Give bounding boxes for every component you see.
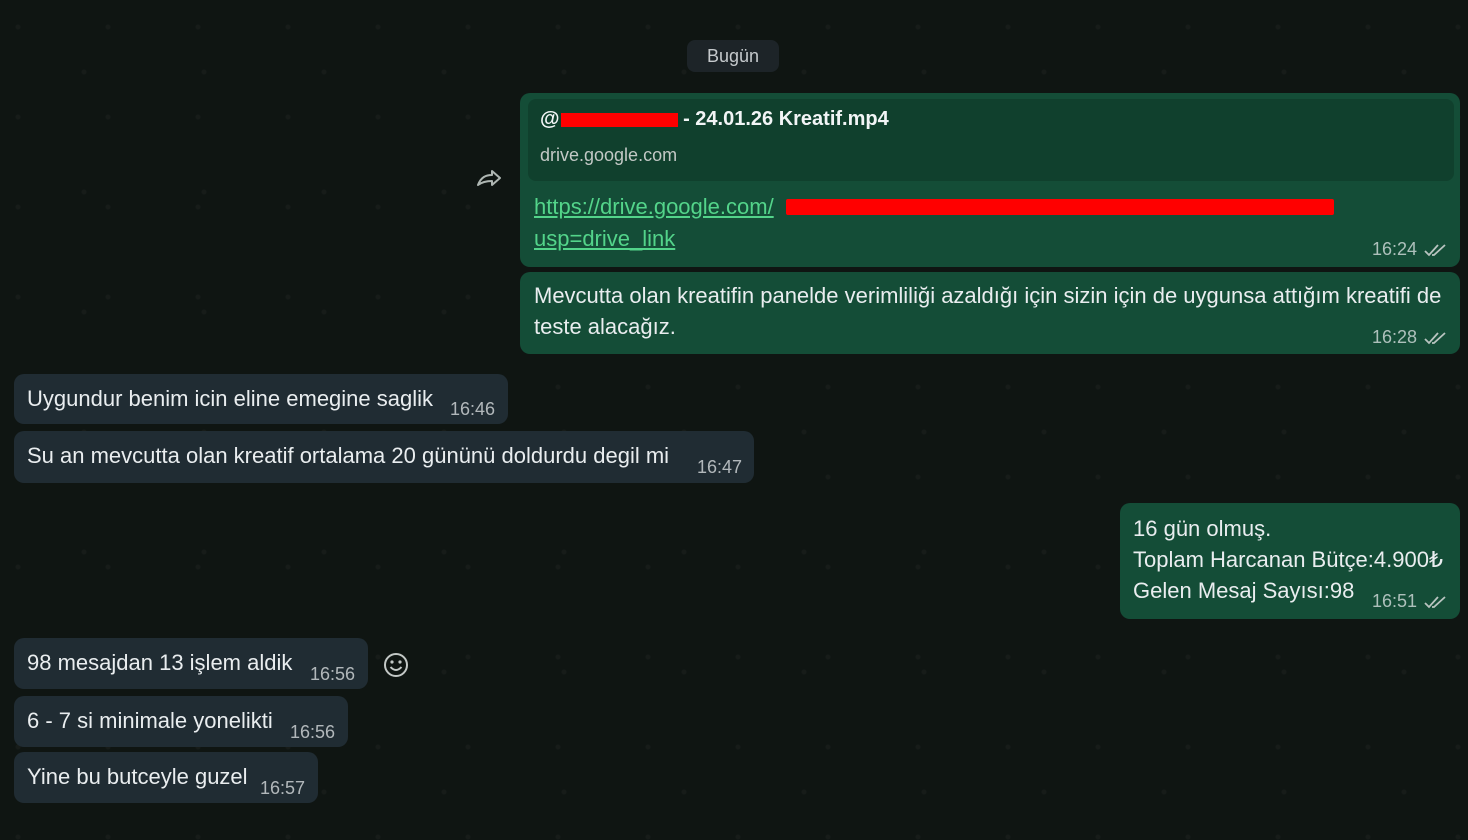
redaction-mark [560, 112, 678, 127]
incoming-message[interactable]: Uygundur benim icin eline emegine saglik… [14, 374, 508, 424]
forward-icon[interactable] [474, 165, 504, 191]
double-check-icon [1424, 596, 1446, 609]
message-time: 16:56 [290, 722, 336, 742]
message-time: 16:57 [260, 778, 306, 798]
chat-panel: Bugün @ - 24.01.26 Kreatif.mp4 drive.goo… [0, 0, 1468, 840]
preview-title-suffix: - 24.01.26 Kreatif.mp4 [677, 108, 889, 130]
message-time: 16:46 [450, 399, 496, 419]
date-label: Bugün [706, 45, 760, 66]
incoming-message[interactable]: Yine bu butceyle guzel 16:57 [14, 752, 318, 803]
message-line: Toplam Harcanan Bütçe:4.900₺ [1133, 547, 1443, 572]
incoming-message[interactable]: Su an mevcutta olan kreatif ortalama 20 … [14, 431, 754, 483]
link-redaction-mark [786, 199, 1334, 215]
message-line: 16 gün olmuş. [1133, 516, 1272, 541]
link-url-line2[interactable]: usp=drive_link [534, 226, 675, 252]
double-check-icon [1424, 244, 1446, 257]
message-text: 98 mesajdan 13 işlem aldik [27, 650, 293, 675]
message-time: 16:28 [1372, 327, 1418, 347]
link-url-line1[interactable]: https://drive.google.com/ [534, 194, 774, 220]
link-preview-title: @ - 24.01.26 Kreatif.mp4 [540, 108, 889, 131]
message-line: Gelen Mesaj Sayısı:98 [1133, 578, 1355, 603]
incoming-message[interactable]: 6 - 7 si minimale yonelikti 16:56 [14, 696, 348, 747]
preview-title-prefix: @ [540, 108, 560, 130]
message-text: Mevcutta olan kreatifin panelde verimlil… [534, 283, 1442, 339]
message-time: 16:51 [1372, 591, 1418, 611]
date-separator: Bugün [687, 40, 779, 72]
incoming-message[interactable]: 98 mesajdan 13 işlem aldik 16:56 [14, 638, 368, 689]
emoji-icon[interactable] [382, 651, 410, 679]
message-time: 16:47 [697, 457, 743, 477]
message-text: Uygundur benim icin eline emegine saglik [27, 386, 434, 411]
message-text: 6 - 7 si minimale yonelikti [27, 708, 273, 733]
message-text: Su an mevcutta olan kreatif ortalama 20 … [27, 443, 670, 468]
message-time: 16:24 [1372, 239, 1418, 259]
message-time: 16:56 [310, 664, 356, 684]
double-check-icon [1424, 332, 1446, 345]
link-preview-domain: drive.google.com [540, 145, 678, 165]
message-text: Yine bu butceyle guzel [27, 764, 248, 789]
outgoing-message[interactable]: Mevcutta olan kreatifin panelde verimlil… [520, 272, 1460, 354]
